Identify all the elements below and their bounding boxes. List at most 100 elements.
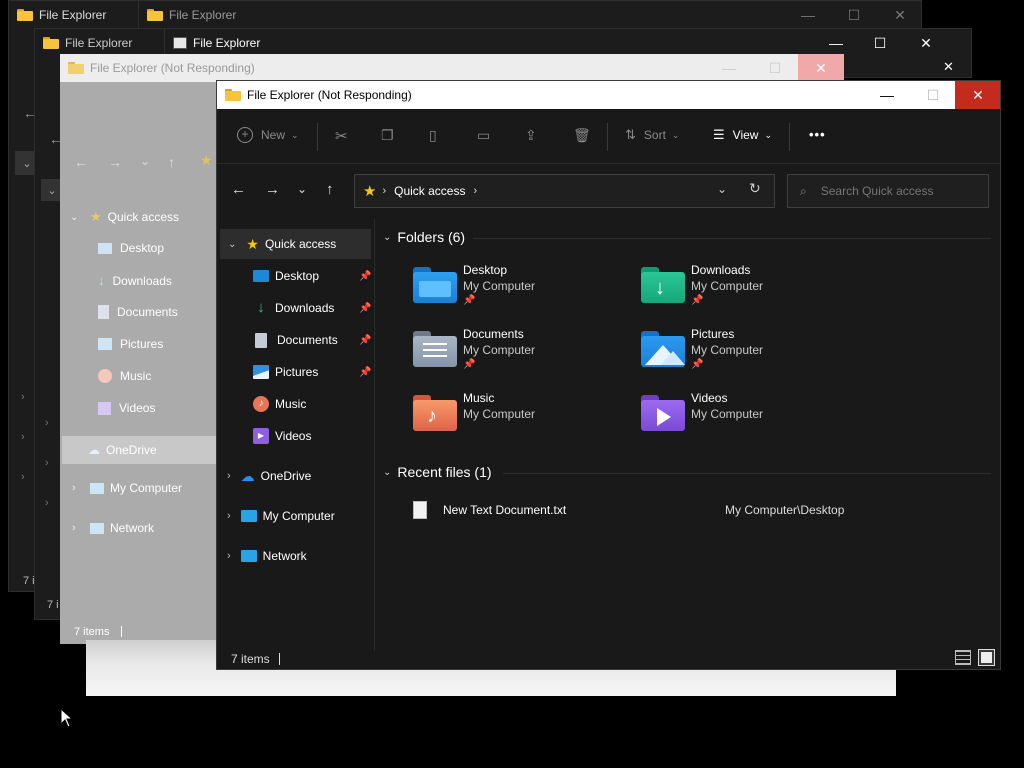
- pin-icon: 📌: [359, 271, 372, 282]
- folder-name: Music: [463, 391, 495, 405]
- minimize-button[interactable]: —: [864, 81, 910, 109]
- delete-button[interactable]: 🗑: [573, 127, 591, 144]
- desktop-icon: [253, 270, 269, 282]
- ghost-nav-pictures: Pictures: [98, 337, 163, 351]
- details-view-button[interactable]: [955, 650, 971, 665]
- forward-button[interactable]: →: [265, 181, 280, 198]
- folder-tile-documents[interactable]: Documents My Computer 📌: [407, 323, 623, 379]
- chevron-right-icon: ›: [72, 482, 76, 494]
- copy-button[interactable]: ❐: [381, 127, 394, 144]
- close-button[interactable]: ✕: [955, 81, 1000, 109]
- back-button[interactable]: ←: [231, 181, 246, 198]
- chevron-right-icon: ›: [21, 391, 25, 403]
- ghost-nav-quick-access: ★ Quick access: [90, 209, 180, 224]
- chevron-right-icon: ›: [45, 417, 49, 429]
- recent-file-row[interactable]: New Text Document.txt: [407, 497, 987, 523]
- nav-quick-access[interactable]: ⌄ ★ Quick access: [220, 229, 371, 259]
- folder-tile-downloads[interactable]: ↓ Downloads My Computer 📌: [635, 259, 851, 315]
- share-icon: ⇪: [525, 127, 537, 143]
- toolbar-separator: [607, 123, 608, 151]
- sort-button[interactable]: ⇅ Sort ⌄: [625, 127, 679, 143]
- more-options-button[interactable]: •••: [809, 127, 826, 142]
- address-bar[interactable]: ★ › Quick access ›: [354, 174, 775, 208]
- paste-button[interactable]: ▯: [429, 127, 437, 144]
- chevron-right-icon: ›: [382, 185, 387, 197]
- maximize-button[interactable]: ☐: [910, 81, 956, 109]
- address-dropdown-button[interactable]: ⌄: [717, 182, 727, 196]
- folder-icon: [43, 37, 59, 49]
- network-icon: [90, 522, 104, 534]
- tiles-view-button[interactable]: [978, 649, 995, 666]
- view-button[interactable]: ☰ View ⌄: [713, 127, 772, 143]
- nav-item-onedrive[interactable]: › ☁ OneDrive: [227, 461, 311, 491]
- close-icon: ✕: [798, 54, 844, 82]
- downloads-folder-icon: ↓: [641, 267, 685, 303]
- search-box[interactable]: ⌕: [787, 174, 989, 208]
- pin-icon: 📌: [359, 335, 372, 346]
- ghost-nav-documents: Documents: [98, 305, 178, 319]
- folder-name: Pictures: [691, 327, 735, 341]
- computer-icon: [240, 510, 257, 522]
- nav-item-my-computer[interactable]: › My Computer: [227, 501, 335, 531]
- minimize-icon: —: [801, 7, 815, 23]
- nav-item-music[interactable]: ♪ Music: [253, 389, 306, 419]
- pin-icon: 📌: [463, 295, 476, 306]
- search-input[interactable]: [818, 183, 969, 199]
- address-location[interactable]: Quick access: [394, 184, 465, 198]
- share-button[interactable]: ⇪: [525, 127, 537, 144]
- ghost-nav-network: Network: [90, 521, 154, 535]
- chevron-down-icon: ⌄: [140, 154, 151, 168]
- folder-tile-videos[interactable]: Videos My Computer: [635, 387, 851, 443]
- folder-icon: [17, 9, 33, 21]
- folder-icon: [68, 62, 84, 74]
- nav-item-pictures[interactable]: Pictures: [253, 357, 318, 387]
- recent-files-section-header[interactable]: ⌄ Recent files (1): [383, 464, 492, 480]
- picture-icon: [98, 338, 112, 350]
- chevron-down-icon: ⌄: [383, 466, 392, 478]
- new-button[interactable]: + New ⌄: [237, 127, 299, 143]
- maximize-icon: ☐: [847, 6, 861, 23]
- chevron-right-icon: ›: [45, 497, 49, 509]
- recent-locations-button[interactable]: ⌄: [297, 182, 307, 196]
- folder-name: Downloads: [691, 263, 751, 277]
- folder-tile-desktop[interactable]: Desktop My Computer 📌: [407, 259, 623, 315]
- star-icon: ★: [90, 209, 102, 224]
- file-name: New Text Document.txt: [443, 503, 567, 517]
- folder-tile-pictures[interactable]: Pictures My Computer 📌: [635, 323, 851, 379]
- up-arrow-icon: ↑: [168, 154, 175, 170]
- computer-icon: [90, 482, 104, 494]
- cloud-icon: ☁: [240, 467, 255, 484]
- nav-item-downloads[interactable]: ↓ Downloads: [253, 293, 334, 323]
- status-text: 7 i: [23, 575, 35, 587]
- folder-name: Documents: [463, 327, 524, 341]
- refresh-button[interactable]: ↻: [749, 180, 761, 197]
- folder-icon: [147, 9, 163, 21]
- nav-item-videos[interactable]: ▶ Videos: [253, 421, 311, 451]
- chevron-right-icon: ›: [72, 522, 76, 534]
- chevron-right-icon: ›: [227, 470, 231, 482]
- folder-tile-music[interactable]: ♪ Music My Computer: [407, 387, 623, 443]
- window-title: File Explorer: [193, 36, 261, 50]
- rename-button[interactable]: ▭: [477, 127, 490, 144]
- star-icon: ★: [246, 235, 259, 252]
- music-icon: [98, 369, 112, 383]
- chevron-down-icon: ⌄: [291, 129, 299, 140]
- chevron-down-icon: ⌄: [70, 212, 79, 223]
- music-folder-icon: ♪: [413, 395, 457, 431]
- up-button[interactable]: ↑: [326, 181, 334, 198]
- nav-item-network[interactable]: › Network: [227, 541, 307, 571]
- paste-icon: ▯: [429, 127, 437, 143]
- scissors-icon: ✂: [335, 128, 348, 145]
- folders-section-header[interactable]: ⌄ Folders (6): [383, 229, 465, 245]
- section-divider: [473, 238, 991, 239]
- back-arrow-icon: ←: [74, 154, 88, 170]
- ghost-nav-my-computer: My Computer: [90, 481, 182, 495]
- search-icon: ⌕: [800, 183, 807, 198]
- ghost-nav-onedrive: ☁ OneDrive: [62, 436, 216, 464]
- nav-item-documents[interactable]: Documents: [253, 325, 338, 355]
- cut-button[interactable]: ✂: [335, 127, 348, 145]
- section-divider: [503, 473, 991, 474]
- status-item-count: 7 items: [231, 652, 270, 666]
- network-icon: [240, 550, 257, 562]
- nav-item-desktop[interactable]: Desktop: [253, 261, 319, 291]
